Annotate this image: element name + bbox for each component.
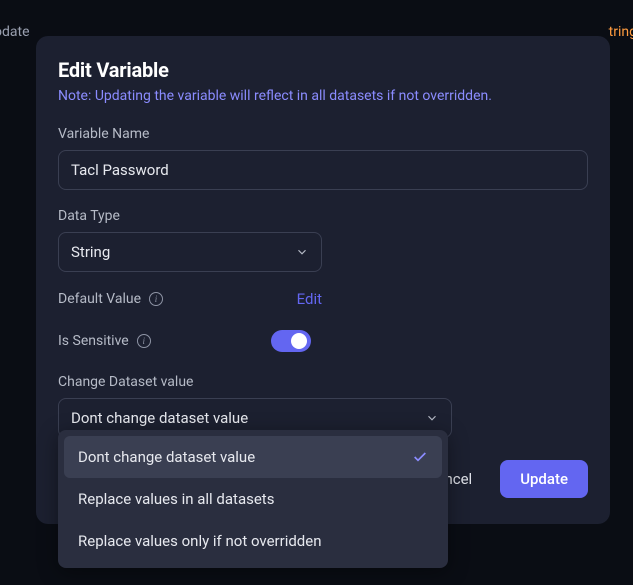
change-dataset-selected: Dont change dataset value — [71, 409, 248, 427]
change-dataset-label: Change Dataset value — [58, 374, 588, 390]
update-button[interactable]: Update — [500, 460, 588, 498]
info-icon: i — [137, 334, 151, 348]
toggle-knob — [291, 333, 307, 349]
dropdown-item-label: Dont change dataset value — [78, 448, 255, 466]
dropdown-item-label: Replace values in all datasets — [78, 490, 274, 508]
is-sensitive-toggle[interactable] — [271, 330, 311, 352]
bg-text-right: tring — [609, 24, 633, 40]
dropdown-item-label: Replace values only if not overridden — [78, 532, 322, 550]
is-sensitive-label-row: Is Sensitive i — [58, 333, 151, 349]
change-dataset-dropdown: Dont change dataset value Replace values… — [58, 430, 448, 568]
check-icon — [412, 449, 428, 465]
info-icon: i — [149, 292, 163, 306]
data-type-selected: String — [71, 243, 110, 261]
dropdown-item[interactable]: Replace values in all datasets — [64, 478, 442, 520]
dropdown-item[interactable]: Dont change dataset value — [64, 436, 442, 478]
modal-title: Edit Variable — [58, 58, 588, 82]
data-type-label: Data Type — [58, 208, 588, 224]
default-value-label-row: Default Value i — [58, 291, 163, 307]
default-value-edit-link[interactable]: Edit — [297, 290, 322, 308]
bg-text-left: odate — [0, 24, 30, 40]
dropdown-item[interactable]: Replace values only if not overridden — [64, 520, 442, 562]
data-type-select[interactable]: String — [58, 232, 322, 272]
default-value-label: Default Value — [58, 291, 141, 307]
variable-name-input[interactable] — [58, 150, 588, 190]
chevron-down-icon — [425, 411, 439, 425]
chevron-down-icon — [295, 245, 309, 259]
variable-name-label: Variable Name — [58, 126, 588, 142]
modal-note: Note: Updating the variable will reflect… — [58, 88, 588, 104]
is-sensitive-label: Is Sensitive — [58, 333, 129, 349]
